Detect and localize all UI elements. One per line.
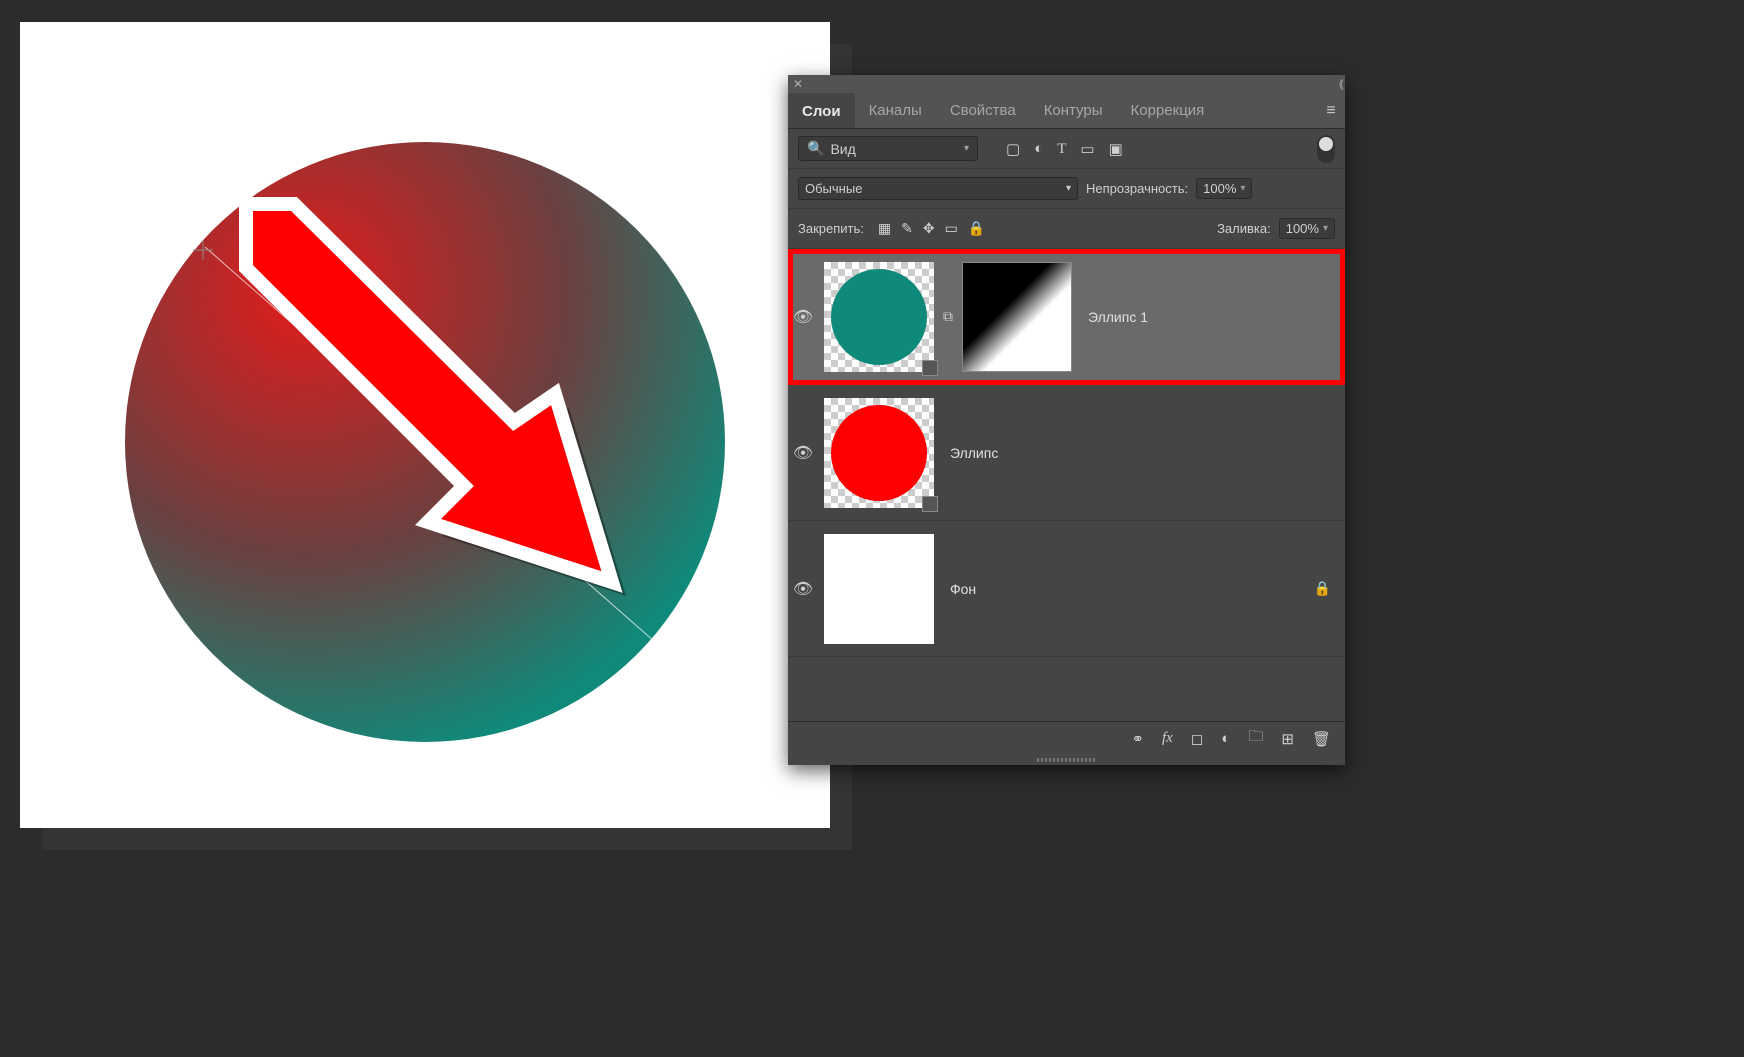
lock-brush-icon[interactable]: ✎ [901,220,913,237]
filter-text-icon[interactable] [1057,140,1066,158]
visibility-toggle[interactable]: 👁 [788,443,818,463]
layer-row[interactable]: 👁 Фон 🔒 [788,521,1345,657]
filter-toggle[interactable] [1317,135,1335,163]
adjustment-layer-icon[interactable]: ◐ [1221,730,1230,747]
opacity-label: Непрозрачность: [1086,181,1188,196]
filter-kind-label: Вид [830,141,855,157]
layer-row[interactable]: 👁 ⧉ Эллипс 1 [788,249,1345,385]
lock-icon: 🔒 [1314,580,1331,597]
panel-tabs: Слои Каналы Свойства Контуры Коррекция ≡ [788,93,1345,129]
tab-channels[interactable]: Каналы [855,93,936,128]
layer-list: 👁 ⧉ Эллипс 1 👁 Эллипс 👁 Фон 🔒 [788,249,1345,721]
panel-close-button[interactable]: ✕ [792,75,804,93]
tab-adjustments[interactable]: Коррекция [1117,93,1219,128]
layers-panel: ✕ ⟨⟨ Слои Каналы Свойства Контуры Коррек… [788,75,1345,765]
layer-filter-select[interactable]: 🔍 Вид ▾ [798,136,978,161]
layer-filter-row: 🔍 Вид ▾ [788,129,1345,169]
layer-mask-thumbnail[interactable] [962,262,1072,372]
chevron-down-icon: ▾ [964,143,969,154]
blend-opacity-row: Обычные ▾ Непрозрачность: 100% ▾ [788,169,1345,209]
layer-name[interactable]: Фон [950,581,1308,597]
tab-paths[interactable]: Контуры [1030,93,1117,128]
lock-label: Закрепить: [798,221,864,236]
lock-position-icon[interactable]: ✥ [923,220,935,237]
fill-label: Заливка: [1217,221,1271,236]
chevron-down-icon: ▾ [1240,183,1245,194]
panel-resize-grip[interactable] [788,755,1345,765]
search-icon: 🔍 [807,140,824,157]
layer-thumbnail[interactable] [824,398,934,508]
opacity-input[interactable]: 100% ▾ [1196,178,1252,199]
new-group-icon[interactable]: 🗀 [1248,726,1263,751]
visibility-toggle[interactable]: 👁 [788,579,818,599]
add-mask-icon[interactable]: ◻ [1191,730,1203,748]
chevron-down-icon: ▾ [1323,223,1328,234]
link-layers-icon[interactable]: ⚭ [1131,730,1144,748]
mask-link-icon[interactable]: ⧉ [940,308,956,325]
lock-artboard-icon[interactable]: ▭ [945,220,958,237]
panel-menu-button[interactable]: ≡ [1317,102,1345,120]
layer-fx-icon[interactable]: fx [1162,730,1173,747]
layer-row[interactable]: 👁 Эллипс [788,385,1345,521]
layer-name[interactable]: Эллипс [950,445,1339,461]
chevron-down-icon: ▾ [1066,183,1071,194]
layer-thumbnail[interactable] [824,262,934,372]
tab-properties[interactable]: Свойства [936,93,1030,128]
visibility-toggle[interactable]: 👁 [788,307,818,327]
filter-shape-icon[interactable] [1080,140,1094,158]
document-canvas[interactable] [20,22,830,828]
panel-titlebar: ✕ ⟨⟨ [788,75,1345,93]
filter-image-icon[interactable] [1006,140,1020,158]
fill-input[interactable]: 100% ▾ [1279,218,1335,239]
layer-filter-icons [1006,140,1123,158]
lock-fill-row: Закрепить: ▦ ✎ ✥ ▭ 🔒 Заливка: 100% ▾ [788,209,1345,249]
blend-mode-select[interactable]: Обычные ▾ [798,177,1078,200]
layer-thumbnail[interactable] [824,534,934,644]
delete-layer-icon[interactable]: 🗑 [1312,730,1331,748]
shape-badge-icon [922,360,938,376]
layer-name[interactable]: Эллипс 1 [1088,309,1339,325]
shape-badge-icon [922,496,938,512]
lock-pixels-icon[interactable]: ▦ [878,220,891,237]
filter-adjust-icon[interactable] [1034,140,1043,158]
fill-value: 100% [1286,221,1319,236]
new-layer-icon[interactable]: ⊞ [1281,730,1294,748]
tab-layers[interactable]: Слои [788,93,855,128]
opacity-value: 100% [1203,181,1236,196]
panel-collapse-button[interactable]: ⟨⟨ [1338,78,1341,91]
layer-actions-bar: ⚭ fx ◻ ◐ 🗀 ⊞ 🗑 [788,721,1345,755]
lock-all-icon[interactable]: 🔒 [968,220,985,237]
filter-smart-icon[interactable] [1109,140,1123,158]
blend-mode-value: Обычные [805,181,862,196]
